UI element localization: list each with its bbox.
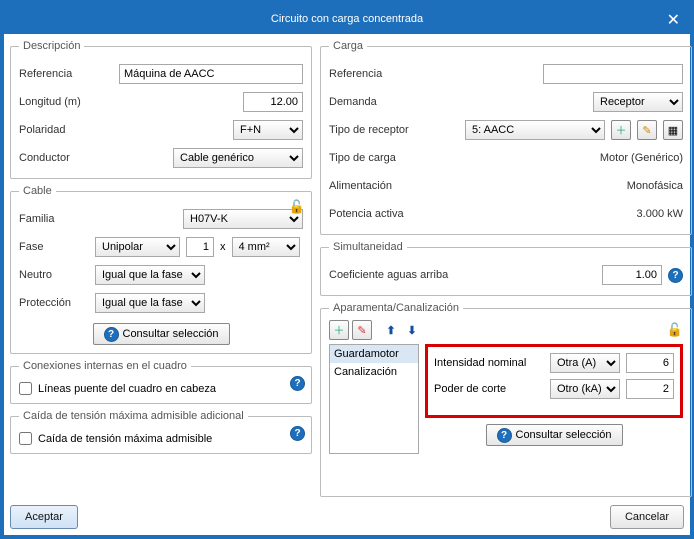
label-longitud: Longitud (m): [19, 96, 113, 108]
add-icon[interactable]: ＋: [329, 320, 349, 340]
select-proteccion[interactable]: Igual que la fase: [95, 293, 205, 313]
help-icon[interactable]: ?: [290, 376, 305, 391]
window-title: Circuito con carga concentrada: [271, 13, 423, 25]
checkbox-lineas-puente[interactable]: [19, 382, 32, 395]
arrow-up-icon[interactable]: ⬆: [382, 321, 400, 339]
close-icon[interactable]: ✕: [667, 10, 680, 30]
legend-caida: Caída de tensión máxima admisible adicio…: [19, 410, 248, 422]
input-intensidad[interactable]: [626, 353, 674, 373]
button-consultar-aparamenta-label: Consultar selección: [516, 429, 612, 441]
group-aparamenta: Aparamenta/Canalización ＋ ✎ ⬆ ⬇ 🔓 Guarda…: [320, 302, 692, 497]
label-familia: Familia: [19, 213, 89, 225]
label-conductor: Conductor: [19, 152, 113, 164]
input-longitud[interactable]: [243, 92, 303, 112]
button-consultar-aparamenta[interactable]: ? Consultar selección: [486, 424, 623, 446]
input-coef[interactable]: [602, 265, 662, 285]
label-carga-referencia: Referencia: [329, 68, 459, 80]
group-descripcion: Descripción Referencia Longitud (m) Pola…: [10, 40, 312, 179]
label-tipo-carga: Tipo de carga: [329, 152, 459, 164]
add-icon[interactable]: ＋: [611, 120, 631, 140]
input-fase-n[interactable]: [186, 237, 214, 257]
lock-icon[interactable]: 🔓: [289, 199, 305, 215]
legend-conexiones: Conexiones internas en el cuadro: [19, 360, 191, 372]
label-fase: Fase: [19, 241, 89, 253]
select-familia[interactable]: H07V-K: [183, 209, 303, 229]
label-intensidad: Intensidad nominal: [434, 357, 544, 369]
aceptar-button[interactable]: Aceptar: [10, 505, 78, 529]
bottom-bar: Aceptar Cancelar: [10, 501, 684, 529]
legend-simultaneidad: Simultaneidad: [329, 241, 407, 253]
list-item[interactable]: Guardamotor: [330, 345, 418, 363]
label-coef: Coeficiente aguas arriba: [329, 269, 489, 281]
select-tipo-receptor[interactable]: 5: AACC: [465, 120, 605, 140]
help-icon[interactable]: ?: [290, 426, 305, 441]
window-body: Descripción Referencia Longitud (m) Pola…: [4, 34, 690, 535]
label-caida: Caída de tensión máxima admisible: [38, 433, 212, 445]
label-polaridad: Polaridad: [19, 124, 113, 136]
grid-icon[interactable]: ▦: [663, 120, 683, 140]
checkbox-caida[interactable]: [19, 432, 32, 445]
edit-icon[interactable]: ✎: [637, 120, 657, 140]
aparamenta-list[interactable]: Guardamotor Canalización: [329, 344, 419, 454]
value-alimentacion: Monofásica: [627, 180, 683, 192]
arrow-down-icon[interactable]: ⬇: [403, 321, 421, 339]
select-demanda[interactable]: Receptor: [593, 92, 683, 112]
lock-icon[interactable]: 🔓: [667, 322, 683, 338]
select-fase-area[interactable]: 4 mm²: [232, 237, 300, 257]
highlight-box: Intensidad nominal Otra (A) Poder de cor…: [425, 344, 683, 418]
label-poder: Poder de corte: [434, 383, 544, 395]
select-polaridad[interactable]: F+N: [233, 120, 303, 140]
input-referencia[interactable]: [119, 64, 303, 84]
legend-cable: Cable: [19, 185, 56, 197]
label-alimentacion: Alimentación: [329, 180, 459, 192]
input-poder[interactable]: [626, 379, 674, 399]
select-conductor[interactable]: Cable genérico: [173, 148, 303, 168]
value-potencia: 3.000 kW: [637, 208, 683, 220]
cancelar-button[interactable]: Cancelar: [610, 505, 684, 529]
label-neutro: Neutro: [19, 269, 89, 281]
group-conexiones: Conexiones internas en el cuadro ? Línea…: [10, 360, 312, 404]
select-poder[interactable]: Otro (kA): [550, 379, 620, 399]
help-icon[interactable]: ?: [668, 268, 683, 283]
label-proteccion: Protección: [19, 297, 89, 309]
group-cable: Cable 🔓 Familia H07V-K Fase Unipolar x 4…: [10, 185, 312, 354]
button-consultar-cable-label: Consultar selección: [123, 328, 219, 340]
group-caida: Caída de tensión máxima admisible adicio…: [10, 410, 312, 454]
titlebar: Circuito con carga concentrada ✕: [4, 4, 690, 34]
label-potencia: Potencia activa: [329, 208, 459, 220]
group-simultaneidad: Simultaneidad Coeficiente aguas arriba ?: [320, 241, 692, 296]
label-tipo-receptor: Tipo de receptor: [329, 124, 459, 136]
legend-aparamenta: Aparamenta/Canalización: [329, 302, 463, 314]
list-item[interactable]: Canalización: [330, 363, 418, 381]
select-neutro[interactable]: Igual que la fase: [95, 265, 205, 285]
label-referencia: Referencia: [19, 68, 113, 80]
help-icon: ?: [104, 327, 119, 342]
label-lineas-puente: Líneas puente del cuadro en cabeza: [38, 383, 216, 395]
input-carga-referencia[interactable]: [543, 64, 683, 84]
label-x: x: [220, 241, 226, 253]
value-tipo-carga: Motor (Genérico): [600, 152, 683, 164]
select-fase[interactable]: Unipolar: [95, 237, 180, 257]
group-carga: Carga Referencia Demanda Receptor Tipo d…: [320, 40, 692, 235]
legend-descripcion: Descripción: [19, 40, 84, 52]
delete-icon[interactable]: ✎: [352, 320, 372, 340]
legend-carga: Carga: [329, 40, 367, 52]
help-icon: ?: [497, 428, 512, 443]
button-consultar-cable[interactable]: ? Consultar selección: [93, 323, 230, 345]
label-demanda: Demanda: [329, 96, 459, 108]
select-intensidad[interactable]: Otra (A): [550, 353, 620, 373]
